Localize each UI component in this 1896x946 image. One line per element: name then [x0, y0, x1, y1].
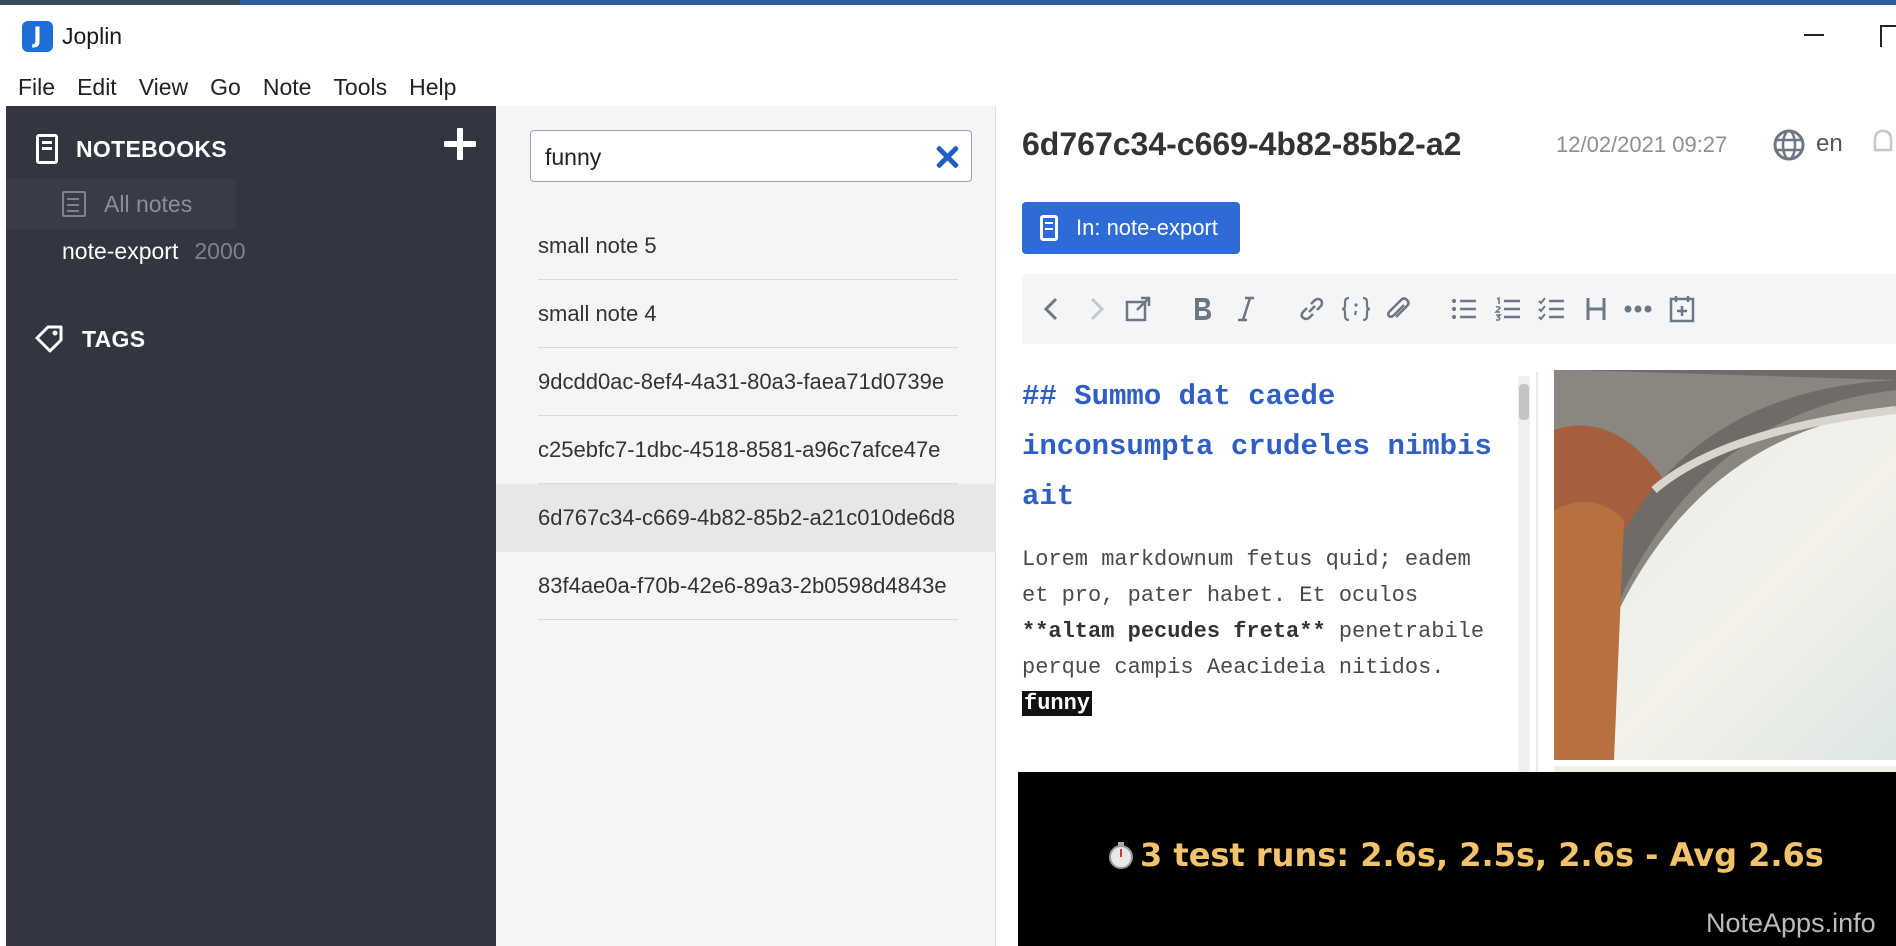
search-box — [530, 130, 972, 182]
benchmark-label: 3 test runs: 2.6s, 2.5s, 2.6s - Avg 2.6s — [1140, 836, 1824, 874]
joplin-app-icon: J — [22, 21, 53, 52]
editor-toolbar — [1022, 274, 1896, 344]
add-notebook-button[interactable] — [442, 126, 478, 162]
menu-note[interactable]: Note — [263, 74, 312, 101]
note-list-item-title: 83f4ae0a-f70b-42e6-89a3-2b0598d4843e — [538, 573, 947, 598]
menu-edit[interactable]: Edit — [77, 74, 117, 101]
notebook-name: note-export — [62, 238, 179, 264]
back-icon[interactable] — [1032, 288, 1072, 330]
markdown-text: Lorem markdownum fetus quid; eadem et pr… — [1022, 547, 1471, 608]
language-label: en — [1816, 130, 1843, 157]
maximize-button[interactable] — [1880, 25, 1896, 47]
note-list-item-title: c25ebfc7-1dbc-4518-8581-a96c7afce47e — [538, 437, 941, 462]
italic-icon[interactable] — [1226, 288, 1266, 330]
note-list: small note 5 small note 4 9dcdd0ac-8ef4-… — [496, 106, 996, 946]
markdown-body: Lorem markdownum fetus quid; eadem et pr… — [1022, 542, 1502, 722]
clear-search-icon[interactable] — [931, 141, 963, 173]
alarm-bell-icon[interactable] — [1870, 126, 1896, 160]
notebooks-header[interactable]: NOTEBOOKS — [36, 134, 227, 164]
bullet-list-icon[interactable] — [1444, 288, 1484, 330]
watermark: NoteApps.info — [1706, 908, 1876, 938]
tag-icon — [34, 324, 64, 354]
menu-go[interactable]: Go — [210, 74, 241, 101]
stopwatch-icon — [1106, 840, 1136, 870]
insert-date-icon[interactable] — [1662, 288, 1702, 330]
globe-icon[interactable] — [1772, 128, 1806, 162]
notebook-count: 2000 — [194, 238, 246, 264]
note-list-item-selected[interactable]: 6d767c34-c669-4b82-85b2-a21c010de6d8 — [496, 484, 996, 552]
preview-image — [1554, 370, 1896, 760]
numbered-list-icon[interactable] — [1488, 288, 1528, 330]
note-list-item-title: 9dcdd0ac-8ef4-4a31-80a3-faea71d0739e — [538, 369, 945, 394]
more-options-icon[interactable] — [1618, 288, 1658, 330]
tags-header-label: TAGS — [82, 325, 146, 352]
menu-file[interactable]: File — [18, 74, 55, 101]
menu-help[interactable]: Help — [409, 74, 456, 101]
all-notes-icon — [62, 191, 86, 217]
all-notes-label: All notes — [104, 190, 193, 217]
notebook-icon — [36, 134, 58, 164]
menu-view[interactable]: View — [139, 74, 188, 101]
note-date: 12/02/2021 09:27 — [1556, 132, 1728, 157]
note-list-item[interactable]: small note 4 — [496, 280, 996, 348]
note-list-item-title: small note 4 — [538, 301, 657, 326]
note-list-item-title: small note 5 — [538, 233, 657, 258]
external-edit-icon[interactable] — [1118, 288, 1158, 330]
notebook-icon — [1040, 215, 1058, 241]
sidebar-item-all-notes[interactable]: All notes — [6, 179, 236, 229]
note-list-item[interactable]: 9dcdd0ac-8ef4-4a31-80a3-faea71d0739e — [496, 348, 996, 416]
search-highlight: funny — [1022, 691, 1093, 716]
forward-icon[interactable] — [1076, 288, 1116, 330]
notebook-badge-label: In: note-export — [1076, 215, 1218, 240]
note-list-item[interactable]: c25ebfc7-1dbc-4518-8581-a96c7afce47e — [496, 416, 996, 484]
link-icon[interactable] — [1292, 288, 1332, 330]
note-title-input[interactable]: 6d767c34-c669-4b82-85b2-a2 — [1022, 126, 1522, 163]
markdown-bold-text: **altam pecudes freta** — [1022, 619, 1326, 644]
notebook-badge-button[interactable]: In: note-export — [1022, 202, 1240, 254]
notebooks-header-label: NOTEBOOKS — [76, 135, 227, 162]
note-list-item-title: 6d767c34-c669-4b82-85b2-a21c010de6d8 — [538, 505, 956, 530]
window-title: Joplin — [62, 23, 123, 49]
code-icon[interactable] — [1336, 288, 1376, 330]
heading-icon[interactable] — [1576, 288, 1616, 330]
tags-header[interactable]: TAGS — [34, 324, 145, 354]
minimize-button[interactable] — [1800, 19, 1828, 49]
note-list-item[interactable]: small note 5 — [496, 212, 996, 280]
menu-bar: File Edit View Go Note Tools Help — [0, 69, 1896, 106]
sidebar-item-note-export[interactable]: note-export 2000 — [62, 238, 246, 265]
search-input[interactable] — [545, 141, 925, 173]
sidebar: NOTEBOOKS All notes note-export 2000 TAG… — [6, 106, 496, 946]
menu-tools[interactable]: Tools — [333, 74, 387, 101]
checklist-icon[interactable] — [1532, 288, 1572, 330]
markdown-heading: ## Summo dat caede inconsumpta crudeles … — [1022, 380, 1492, 513]
note-list-item[interactable]: 83f4ae0a-f70b-42e6-89a3-2b0598d4843e — [496, 552, 996, 620]
bold-icon[interactable] — [1182, 288, 1222, 330]
title-bar: J Joplin — [0, 5, 1896, 69]
attachment-icon[interactable] — [1378, 288, 1418, 330]
note-items: small note 5 small note 4 9dcdd0ac-8ef4-… — [496, 212, 996, 620]
benchmark-text: 3 test runs: 2.6s, 2.5s, 2.6s - Avg 2.6s — [1106, 836, 1824, 874]
